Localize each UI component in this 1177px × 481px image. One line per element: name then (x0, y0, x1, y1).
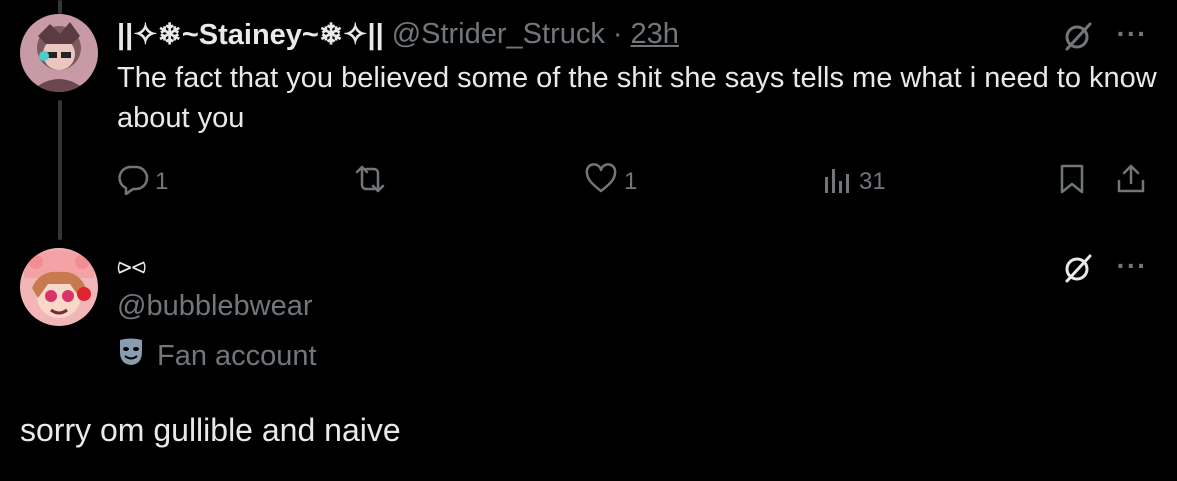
share-button[interactable] (1115, 162, 1147, 202)
bookmark-button[interactable] (1057, 162, 1087, 202)
fan-account-label: Fan account (117, 336, 317, 376)
handle-2[interactable]: @bubblebwear (117, 290, 313, 323)
theater-mask-icon (117, 337, 145, 375)
like-count: 1 (624, 168, 638, 195)
reply-icon (117, 163, 149, 202)
timestamp[interactable]: 23h (631, 18, 679, 51)
avatar-bubblebwear[interactable] (20, 248, 98, 326)
fan-account-text: Fan account (157, 339, 317, 372)
grok-icon[interactable] (1060, 18, 1096, 54)
more-options-button[interactable]: ··· (1112, 14, 1152, 54)
tweet1-actions: 1 1 31 (117, 162, 1157, 202)
like-button[interactable]: 1 (584, 162, 637, 202)
thread-line-top (58, 0, 62, 14)
heart-icon (584, 162, 618, 202)
separator: · (612, 17, 623, 50)
reply-button[interactable]: 1 (117, 162, 168, 202)
repost-button[interactable] (353, 162, 387, 202)
tweet1-text: The fact that you believed some of the s… (117, 62, 1157, 134)
display-name[interactable]: ||✧❄~Stainey~❄✧|| (117, 17, 384, 52)
reply-count: 1 (155, 168, 169, 195)
share-icon (1115, 163, 1147, 202)
display-name-2[interactable]: ⪧⪦ (117, 250, 146, 282)
views-button[interactable]: 31 (821, 162, 886, 202)
repost-icon (353, 163, 387, 202)
avatar-stainey[interactable] (20, 14, 98, 92)
thread-line (58, 100, 62, 240)
bookmark-icon (1057, 163, 1087, 202)
tweet2-text: sorry om gullible and naive (20, 412, 401, 448)
views-count: 31 (859, 168, 886, 195)
tweet1-header: ||✧❄~Stainey~❄✧|| @Strider_Struck · 23h (117, 14, 679, 54)
grok-icon-2[interactable] (1060, 250, 1096, 286)
more-options-button-2[interactable]: ··· (1112, 246, 1152, 286)
views-icon (821, 163, 853, 202)
handle[interactable]: @Strider_Struck (392, 18, 605, 51)
